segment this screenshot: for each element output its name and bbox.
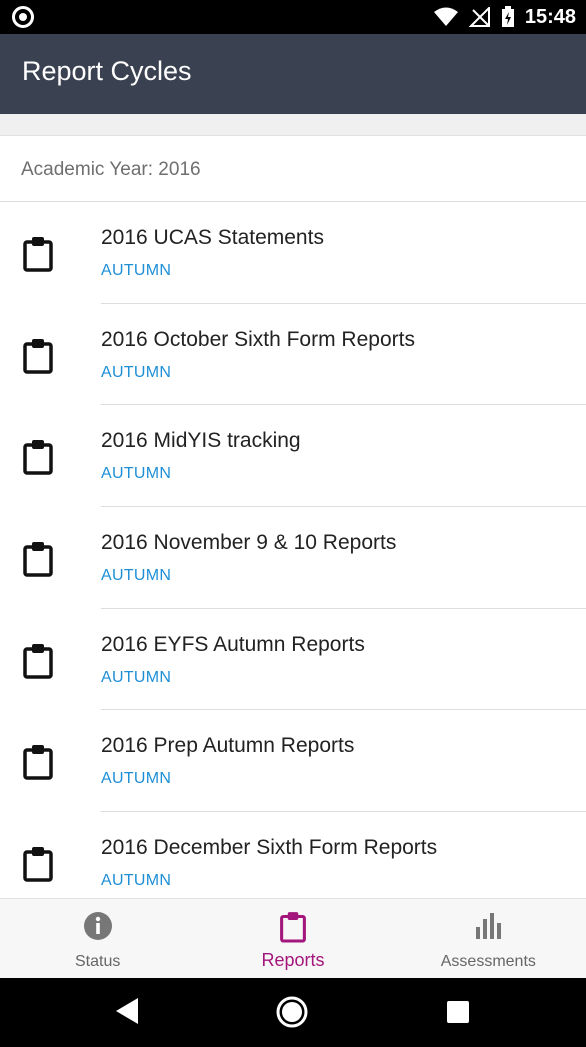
report-term: AUTUMN (101, 668, 172, 686)
list-item[interactable]: 2016 December Sixth Form Reports AUTUMN (0, 812, 586, 898)
report-name: 2016 November 9 & 10 Reports (101, 531, 397, 555)
report-name: 2016 December Sixth Form Reports (101, 836, 438, 860)
clipboard-icon (23, 643, 53, 679)
clipboard-icon (23, 440, 53, 476)
report-term: AUTUMN (101, 363, 172, 381)
bar-chart-icon (476, 913, 502, 939)
report-term: AUTUMN (101, 262, 172, 279)
report-term: AUTUMN (101, 465, 172, 483)
overview-icon[interactable] (447, 1001, 469, 1023)
nav-label: Reports (261, 950, 325, 970)
page-title: Report Cycles (22, 56, 192, 86)
battery-charging-icon (501, 6, 514, 27)
status-icons: 15:48 (433, 0, 576, 34)
clipboard-icon (280, 912, 306, 943)
report-cycle-list: 2016 UCAS Statements AUTUMN 2016 October… (0, 202, 586, 898)
clipboard-icon (23, 542, 53, 577)
list-item[interactable]: 2016 MidYIS tracking AUTUMN (0, 405, 586, 508)
system-navigation-bar (0, 978, 586, 1047)
clipboard-icon (23, 745, 53, 781)
list-item[interactable]: 2016 Prep Autumn Reports AUTUMN (0, 710, 586, 813)
back-icon[interactable] (114, 996, 140, 1026)
info-icon (83, 912, 112, 940)
report-name: 2016 UCAS Statements (101, 226, 324, 249)
status-time: 15:48 (524, 5, 576, 28)
report-term: AUTUMN (101, 567, 172, 585)
home-icon[interactable] (275, 995, 309, 1029)
list-item[interactable]: 2016 EYFS Autumn Reports AUTUMN (0, 609, 586, 711)
no-signal-icon (468, 7, 490, 27)
clipboard-icon (23, 338, 53, 374)
academic-year-label: Academic Year: 2016 (21, 159, 201, 180)
report-name: 2016 Prep Autumn Reports (101, 734, 355, 758)
notification-icon (12, 6, 34, 28)
bottom-navigation: Status Reports Assessments (0, 898, 586, 978)
nav-item-reports[interactable]: Reports (195, 899, 390, 978)
report-name: 2016 EYFS Autumn Reports (101, 632, 365, 656)
report-term: AUTUMN (101, 770, 172, 788)
app-bar: Report Cycles (0, 34, 586, 114)
report-name: 2016 MidYIS tracking (101, 429, 301, 453)
nav-item-assessments[interactable]: Assessments (391, 899, 586, 978)
report-name: 2016 October Sixth Form Reports (101, 327, 415, 351)
report-term: AUTUMN (101, 872, 172, 890)
list-item[interactable]: 2016 November 9 & 10 Reports AUTUMN (0, 507, 586, 609)
section-header: Academic Year: 2016 (0, 136, 586, 202)
status-bar: 15:48 (0, 0, 586, 34)
list-item[interactable]: 2016 October Sixth Form Reports AUTUMN (0, 304, 586, 406)
wifi-icon (433, 7, 458, 26)
clipboard-icon (23, 237, 53, 272)
nav-label: Status (74, 953, 121, 970)
list-item[interactable]: 2016 UCAS Statements AUTUMN (0, 202, 586, 304)
nav-label: Assessments (440, 953, 536, 970)
nav-item-status[interactable]: Status (0, 899, 195, 978)
clipboard-icon (23, 847, 53, 882)
header-shadow (0, 114, 586, 136)
